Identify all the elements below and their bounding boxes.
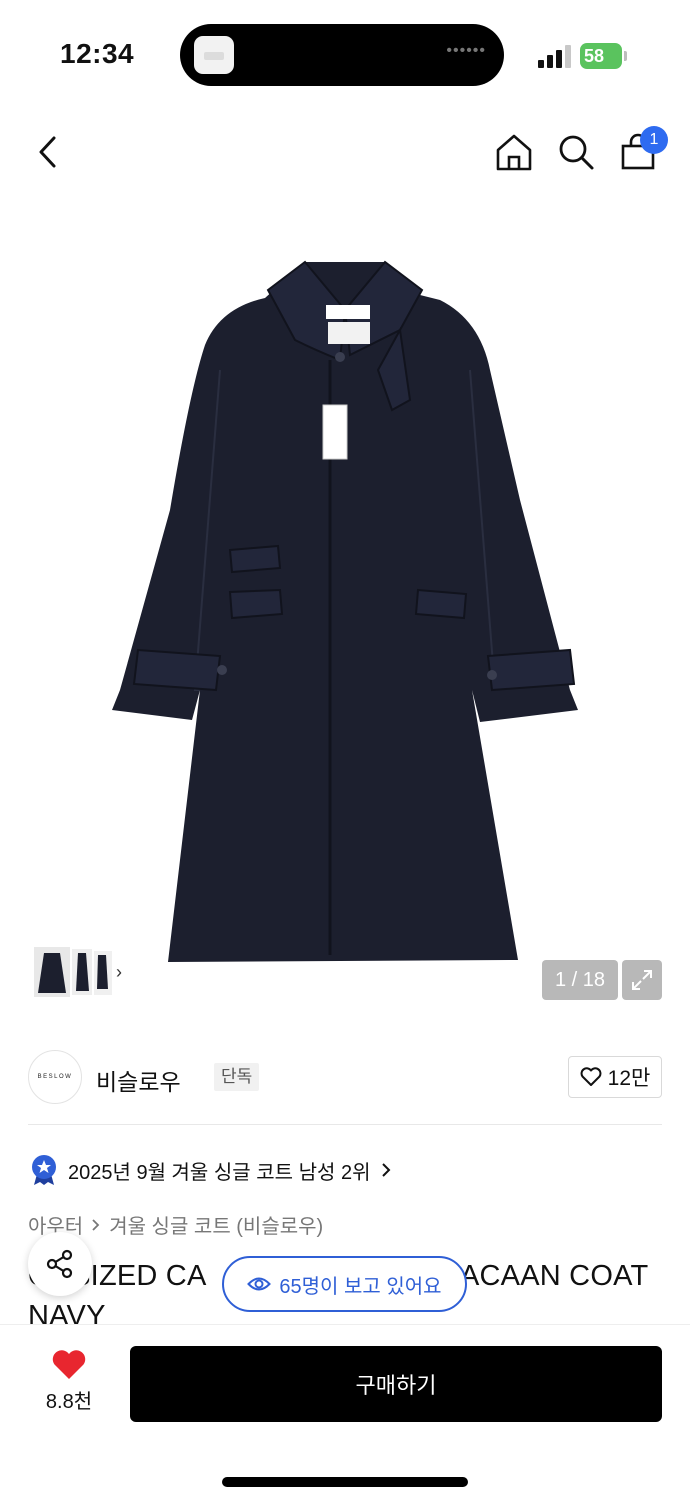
cart-button[interactable]: 1 bbox=[608, 120, 668, 184]
ranking-text: 2025년 9월 겨울 싱글 코트 남성 2위 bbox=[68, 1161, 371, 1184]
brand-name[interactable]: 비슬로우 bbox=[96, 1063, 181, 1097]
chevron-right-icon: › bbox=[116, 961, 122, 982]
home-icon bbox=[496, 134, 532, 171]
dynamic-island: •••••• bbox=[180, 24, 504, 86]
status-bar: 12:34 •••••• 58 bbox=[0, 0, 690, 110]
ranking-link[interactable]: 2025년 9월 겨울 싱글 코트 남성 2위 bbox=[30, 1152, 392, 1188]
top-nav: 1 bbox=[0, 120, 690, 184]
eye-icon bbox=[247, 1277, 272, 1291]
back-button[interactable] bbox=[18, 120, 78, 184]
divider bbox=[28, 1124, 662, 1125]
chevron-right-icon bbox=[382, 1163, 391, 1177]
image-page-counter: 1 / 18 bbox=[542, 960, 618, 1000]
search-icon bbox=[559, 135, 594, 170]
chevron-left-icon bbox=[39, 136, 56, 168]
brand-logo[interactable]: BESLOW bbox=[28, 1050, 82, 1104]
viewers-pill: 65명이 보고 있어요 bbox=[222, 1256, 467, 1312]
viewers-text: 65명이 보고 있어요 bbox=[279, 1275, 442, 1298]
product-title-fragment-right: ACAAN COAT bbox=[460, 1260, 649, 1292]
bottom-bar: 8.8천 구매하기 bbox=[0, 1324, 690, 1500]
thumbnail-strip[interactable]: › bbox=[28, 943, 141, 1001]
brand-like-count: 12만 bbox=[607, 1067, 651, 1090]
cart-count-badge: 1 bbox=[640, 126, 668, 154]
battery-level: 58 bbox=[584, 46, 605, 66]
breadcrumb-subcategory[interactable]: 겨울 싱글 코트 (비슬로우) bbox=[109, 1210, 323, 1239]
heart-outline-icon bbox=[580, 1067, 602, 1086]
brand-logo-text: BESLOW bbox=[37, 1074, 73, 1080]
expand-icon bbox=[632, 970, 652, 990]
like-button[interactable]: 8.8천 bbox=[28, 1349, 110, 1421]
battery-icon: 58 bbox=[580, 43, 627, 69]
brand-row: BESLOW 비슬로우 단독 12만 bbox=[28, 1050, 662, 1106]
product-image[interactable] bbox=[100, 250, 590, 970]
heart-icon bbox=[52, 1350, 86, 1379]
home-indicator bbox=[222, 1477, 468, 1487]
share-icon bbox=[46, 1249, 73, 1279]
share-button[interactable] bbox=[28, 1232, 92, 1296]
status-time: 12:34 bbox=[60, 38, 135, 69]
island-dots: •••••• bbox=[446, 42, 486, 59]
search-button[interactable] bbox=[546, 120, 606, 184]
signal-icon bbox=[538, 44, 574, 68]
thumbnail-image bbox=[34, 947, 112, 997]
ranking-badge-icon bbox=[32, 1155, 56, 1185]
buy-button[interactable]: 구매하기 bbox=[130, 1346, 662, 1422]
chevron-right-icon bbox=[92, 1218, 100, 1231]
brand-like-button[interactable]: 12만 bbox=[568, 1056, 662, 1098]
expand-button[interactable] bbox=[622, 960, 662, 1000]
exclusive-badge: 단독 bbox=[214, 1063, 260, 1091]
app-icon bbox=[194, 36, 234, 74]
like-count: 8.8천 bbox=[45, 1391, 93, 1413]
home-button[interactable] bbox=[484, 120, 544, 184]
